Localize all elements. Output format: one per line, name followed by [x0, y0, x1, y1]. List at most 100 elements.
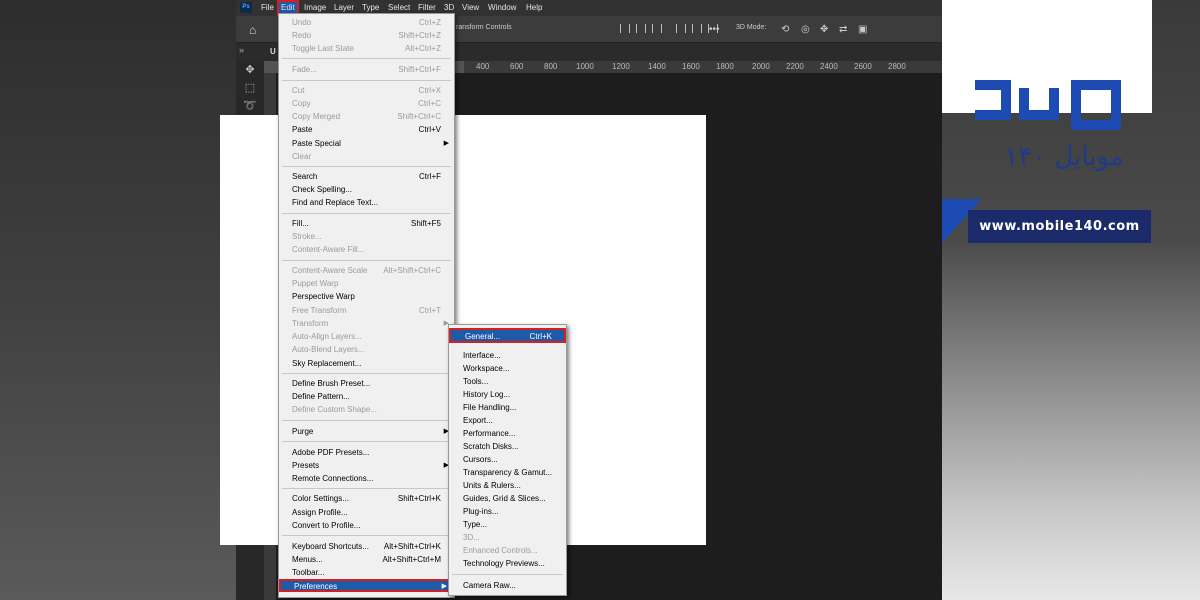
menu-item-check-spelling[interactable]: Check Spelling...: [279, 183, 454, 196]
collapse-panels-icon[interactable]: »: [239, 45, 244, 55]
transform-controls-label[interactable]: ransform Controls: [456, 24, 512, 31]
3d-slide-icon[interactable]: ⇄: [839, 24, 847, 35]
menu-item-puppet-warp[interactable]: Puppet Warp: [279, 277, 454, 290]
align-center-icon[interactable]: [636, 24, 646, 33]
menu-item-clear[interactable]: Clear: [279, 150, 454, 163]
menu-item-label: Type...: [463, 520, 488, 529]
3d-pan-icon[interactable]: ✥: [820, 24, 828, 35]
menu-item-preferences[interactable]: Preferences ▶: [279, 579, 454, 592]
menu-item-cut[interactable]: Cut Ctrl+X: [279, 84, 454, 97]
menu-item-auto-align[interactable]: Auto-Align Layers...: [279, 330, 454, 343]
menu-item-define-brush[interactable]: Define Brush Preset...: [279, 377, 454, 390]
ruler-label: 2200: [786, 62, 804, 71]
menu-item-auto-blend[interactable]: Auto-Blend Layers...: [279, 343, 454, 356]
menu-item-toggle-last-state[interactable]: Toggle Last State Alt+Ctrl+Z: [279, 42, 454, 55]
align-middle-icon[interactable]: [692, 24, 702, 33]
menu-item-sky-replacement[interactable]: Sky Replacement...: [279, 357, 454, 370]
marquee-tool-icon[interactable]: ⬚: [242, 81, 258, 95]
menu-filter[interactable]: Filter: [418, 3, 436, 12]
menu-item-label: Plug-ins...: [463, 507, 499, 516]
menu-item-content-aware-scale[interactable]: Content-Aware Scale Alt+Shift+Ctrl+C: [279, 264, 454, 277]
submenu-item-enhanced-controls[interactable]: Enhanced Controls...: [449, 544, 566, 557]
menu-item-fill[interactable]: Fill... Shift+F5: [279, 217, 454, 230]
document-tab[interactable]: U: [270, 47, 276, 56]
menu-item-copy-merged[interactable]: Copy Merged Shift+Ctrl+C: [279, 110, 454, 123]
menu-file[interactable]: File: [261, 3, 274, 12]
menu-item-perspective-warp[interactable]: Perspective Warp: [279, 290, 454, 303]
3d-scale-icon[interactable]: ▣: [858, 24, 867, 35]
menu-item-menus[interactable]: Menus... Alt+Shift+Ctrl+M: [279, 553, 454, 566]
menu-item-content-aware-fill[interactable]: Content-Aware Fill...: [279, 243, 454, 256]
submenu-item-interface[interactable]: Interface...: [449, 349, 566, 362]
submenu-item-general[interactable]: General... Ctrl+K: [449, 328, 566, 343]
menu-item-label: Units & Rulers...: [463, 481, 521, 490]
submenu-item-history-log[interactable]: History Log...: [449, 388, 566, 401]
submenu-item-file-handling[interactable]: File Handling...: [449, 401, 566, 414]
menu-view[interactable]: View: [462, 3, 479, 12]
more-options-icon[interactable]: •••: [709, 24, 720, 35]
submenu-item-technology-previews[interactable]: Technology Previews...: [449, 557, 566, 570]
menu-window[interactable]: Window: [488, 3, 516, 12]
submenu-item-plugins[interactable]: Plug-ins...: [449, 505, 566, 518]
menu-item-presets[interactable]: Presets ▶: [279, 459, 454, 472]
menu-item-find-replace[interactable]: Find and Replace Text...: [279, 196, 454, 209]
3d-roll-icon[interactable]: ◎: [801, 24, 810, 35]
menu-item-label: Remote Connections...: [292, 474, 374, 483]
submenu-item-cursors[interactable]: Cursors...: [449, 453, 566, 466]
submenu-item-tools[interactable]: Tools...: [449, 375, 566, 388]
menu-item-remote-connections[interactable]: Remote Connections...: [279, 472, 454, 485]
menu-item-redo[interactable]: Redo Shift+Ctrl+Z: [279, 29, 454, 42]
submenu-item-performance[interactable]: Performance...: [449, 427, 566, 440]
menu-help[interactable]: Help: [526, 3, 542, 12]
align-left-icon[interactable]: [620, 24, 630, 33]
menu-item-assign-profile[interactable]: Assign Profile...: [279, 506, 454, 519]
submenu-item-guides-grid-slices[interactable]: Guides, Grid & Slices...: [449, 492, 566, 505]
menu-item-label: Search: [292, 172, 318, 181]
menu-select[interactable]: Select: [388, 3, 410, 12]
menu-item-transform[interactable]: Transform ▶: [279, 317, 454, 330]
menu-item-shortcut: Shift+Ctrl+C: [397, 112, 441, 121]
menu-item-define-shape[interactable]: Define Custom Shape...: [279, 403, 454, 416]
menu-item-free-transform[interactable]: Free Transform Ctrl+T: [279, 304, 454, 317]
menu-image[interactable]: Image: [304, 3, 326, 12]
menu-separator: [282, 373, 451, 374]
menu-item-toolbar[interactable]: Toolbar...: [279, 566, 454, 579]
menu-item-search[interactable]: Search Ctrl+F: [279, 170, 454, 183]
menu-item-shortcut: Shift+Ctrl+K: [397, 494, 441, 503]
submenu-item-transparency-gamut[interactable]: Transparency & Gamut...: [449, 466, 566, 479]
menu-layer[interactable]: Layer: [334, 3, 354, 12]
lasso-tool-icon[interactable]: ➰: [242, 99, 258, 113]
submenu-item-3d[interactable]: 3D...: [449, 531, 566, 544]
submenu-item-type[interactable]: Type...: [449, 518, 566, 531]
menu-item-fade[interactable]: Fade... Shift+Ctrl+F: [279, 63, 454, 76]
menu-separator: [282, 441, 451, 442]
menu-item-purge[interactable]: Purge ▶: [279, 425, 454, 438]
align-right-icon[interactable]: [652, 24, 662, 33]
menu-item-color-settings[interactable]: Color Settings... Shift+Ctrl+K: [279, 492, 454, 505]
menu-item-shortcut: Ctrl+X: [418, 86, 441, 95]
menu-item-convert-profile[interactable]: Convert to Profile...: [279, 519, 454, 532]
menu-item-keyboard-shortcuts[interactable]: Keyboard Shortcuts... Alt+Shift+Ctrl+K: [279, 540, 454, 553]
submenu-item-camera-raw[interactable]: Camera Raw...: [449, 579, 566, 592]
menu-item-undo[interactable]: Undo Ctrl+Z: [279, 16, 454, 29]
submenu-item-units-rulers[interactable]: Units & Rulers...: [449, 479, 566, 492]
menu-item-shortcut: Ctrl+K: [529, 332, 552, 341]
submenu-item-scratch-disks[interactable]: Scratch Disks...: [449, 440, 566, 453]
menu-type[interactable]: Type: [362, 3, 379, 12]
align-top-icon[interactable]: [676, 24, 686, 33]
menu-3d[interactable]: 3D: [444, 3, 454, 12]
submenu-item-workspace[interactable]: Workspace...: [449, 362, 566, 375]
menu-item-copy[interactable]: Copy Ctrl+C: [279, 97, 454, 110]
submenu-item-export[interactable]: Export...: [449, 414, 566, 427]
menu-separator: [282, 166, 451, 167]
menu-item-paste[interactable]: Paste Ctrl+V: [279, 123, 454, 136]
3d-orbit-icon[interactable]: ⟲: [781, 24, 789, 35]
menu-item-paste-special[interactable]: Paste Special ▶: [279, 137, 454, 150]
home-icon[interactable]: ⌂: [249, 23, 261, 37]
menu-item-pdf-presets[interactable]: Adobe PDF Presets...: [279, 446, 454, 459]
menu-item-label: Puppet Warp: [292, 279, 339, 288]
menu-item-label: Preferences: [294, 582, 338, 591]
menu-item-stroke[interactable]: Stroke...: [279, 230, 454, 243]
move-tool-icon[interactable]: ✥: [242, 63, 258, 77]
menu-item-define-pattern[interactable]: Define Pattern...: [279, 390, 454, 403]
